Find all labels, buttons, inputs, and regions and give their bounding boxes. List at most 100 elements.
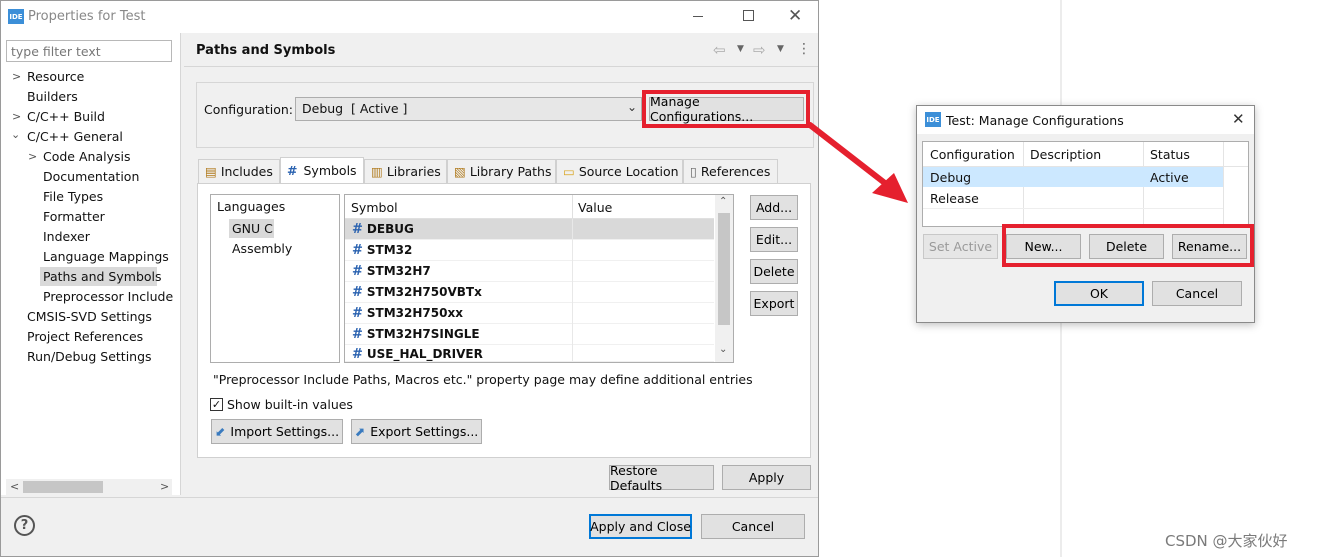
bottom-separator <box>1 497 818 498</box>
row-configuration: Debug <box>930 170 972 185</box>
tab-label: Symbols <box>303 163 357 178</box>
apply-button[interactable]: Apply <box>722 465 811 490</box>
chevron-right-icon[interactable]: > <box>28 150 37 163</box>
scroll-up-icon[interactable]: ⌃ <box>719 196 727 207</box>
help-icon[interactable]: ? <box>14 515 35 536</box>
forward-arrow-icon[interactable]: ⇨ <box>753 41 766 59</box>
apply-and-close-button[interactable]: Apply and Close <box>589 514 692 539</box>
filter-input[interactable]: type filter text <box>6 40 172 62</box>
window-title: Properties for Test <box>28 9 146 24</box>
hash-icon: # <box>352 242 363 258</box>
dialog-title: Test: Manage Configurations <box>946 113 1124 128</box>
chevron-down-icon[interactable]: ⌄ <box>627 100 637 114</box>
configuration-select[interactable]: Debug [ Active ] <box>295 97 642 121</box>
ok-button[interactable]: OK <box>1054 281 1144 306</box>
tree-item-cpp-general[interactable]: C/C++ General <box>27 129 123 144</box>
tree-item-file-types[interactable]: File Types <box>43 189 103 204</box>
symbol-value <box>572 219 714 240</box>
annotation-arrow <box>807 122 908 203</box>
symbol-name: USE_HAL_DRIVER <box>366 347 483 361</box>
language-item-gnu-c[interactable]: GNU C <box>232 221 273 236</box>
ide-app-icon: IDE <box>925 112 941 127</box>
value-column-header[interactable]: Value <box>578 200 612 215</box>
minimize-icon[interactable] <box>693 16 703 17</box>
tree-item-run-debug[interactable]: Run/Debug Settings <box>27 349 152 364</box>
symbol-value <box>572 303 714 324</box>
hash-icon: # <box>352 284 363 300</box>
tree-item-documentation[interactable]: Documentation <box>43 169 139 184</box>
import-icon: ⬋ <box>214 424 226 439</box>
description-column-header[interactable]: Description <box>1030 147 1101 162</box>
close-icon[interactable]: ✕ <box>788 6 802 26</box>
tab-source-location[interactable]: ▭ Source Location <box>556 159 683 183</box>
chevron-down-icon[interactable]: ⌄ <box>11 128 20 141</box>
export-settings-button[interactable]: ⬈ Export Settings... <box>351 419 482 444</box>
tree-item-preprocessor-include[interactable]: Preprocessor Include <box>43 289 173 304</box>
tab-includes[interactable]: ▤ Includes <box>198 159 280 183</box>
table-row[interactable]: # STM32 <box>345 240 714 261</box>
set-active-button[interactable]: Set Active <box>923 234 998 259</box>
import-settings-button[interactable]: ⬋ Import Settings... <box>211 419 343 444</box>
scroll-left-icon[interactable]: < <box>10 480 19 493</box>
table-row[interactable]: # STM32H750xx <box>345 303 714 324</box>
maximize-icon[interactable] <box>743 10 754 21</box>
tree-item-builders[interactable]: Builders <box>27 89 78 104</box>
folder-icon: ▭ <box>563 164 575 179</box>
tab-libraries[interactable]: ▥ Libraries <box>364 159 447 183</box>
table-row[interactable]: # STM32H7SINGLE <box>345 324 714 345</box>
dropdown-icon[interactable]: ▼ <box>777 44 784 54</box>
tab-symbols[interactable]: # Symbols <box>280 157 364 183</box>
export-button[interactable]: Export <box>750 291 798 316</box>
view-menu-icon[interactable]: ⋮ <box>797 41 811 57</box>
symbol-value <box>572 261 714 282</box>
scroll-thumb[interactable] <box>23 481 103 493</box>
annotation-box <box>1002 224 1254 267</box>
library-icon: ▥ <box>371 164 383 179</box>
tab-library-paths[interactable]: ▧ Library Paths <box>447 159 556 183</box>
tab-label: Source Location <box>578 164 679 179</box>
configuration-column-header[interactable]: Configuration <box>930 147 1015 162</box>
tree-item-formatter[interactable]: Formatter <box>43 209 105 224</box>
show-builtin-checkbox[interactable]: ✓ <box>210 398 223 411</box>
tree-item-project-references[interactable]: Project References <box>27 329 143 344</box>
tree-item-cpp-build[interactable]: C/C++ Build <box>27 109 105 124</box>
symbol-value <box>572 282 714 303</box>
status-column-header[interactable]: Status <box>1150 147 1190 162</box>
hash-icon: # <box>352 221 363 237</box>
table-row[interactable]: # STM32H750VBTx <box>345 282 714 303</box>
row-configuration[interactable]: Release <box>930 191 979 206</box>
tree-item-cmsis-svd[interactable]: CMSIS-SVD Settings <box>27 309 152 324</box>
table-row[interactable]: # USE_HAL_DRIVER <box>345 345 714 362</box>
tree-item-code-analysis[interactable]: Code Analysis <box>43 149 130 164</box>
tree-item-paths-and-symbols[interactable]: Paths and Symbols <box>43 269 162 284</box>
cancel-button[interactable]: Cancel <box>701 514 805 539</box>
table-row[interactable]: # STM32H7 <box>345 261 714 282</box>
close-icon[interactable]: ✕ <box>1232 110 1245 128</box>
chevron-right-icon[interactable]: > <box>12 70 21 83</box>
chevron-right-icon[interactable]: > <box>12 110 21 123</box>
symbol-name: STM32H750VBTx <box>366 285 482 299</box>
configuration-label: Configuration: <box>204 102 293 117</box>
restore-defaults-button[interactable]: Restore Defaults <box>609 463 714 493</box>
scroll-down-icon[interactable]: ⌄ <box>719 344 727 355</box>
edit-button[interactable]: Edit... <box>750 227 798 252</box>
symbol-column-header[interactable]: Symbol <box>351 200 398 215</box>
show-builtin-label[interactable]: Show built-in values <box>227 397 353 412</box>
scroll-thumb[interactable] <box>718 213 730 325</box>
language-item-assembly[interactable]: Assembly <box>232 241 292 256</box>
add-button[interactable]: Add... <box>750 195 798 220</box>
table-row[interactable]: # DEBUG <box>345 219 714 240</box>
tree-item-resource[interactable]: Resource <box>27 69 84 84</box>
delete-button[interactable]: Delete <box>750 259 798 284</box>
tab-label: References <box>700 164 771 179</box>
tree-item-language-mappings[interactable]: Language Mappings <box>43 249 169 264</box>
includes-icon: ▤ <box>205 164 217 179</box>
scroll-right-icon[interactable]: > <box>160 480 169 493</box>
tab-references[interactable]: ▯ References <box>683 159 778 183</box>
dropdown-icon[interactable]: ▼ <box>737 44 744 54</box>
row-status: Active <box>1150 170 1189 185</box>
annotation-box <box>642 90 810 128</box>
cancel-dialog-button[interactable]: Cancel <box>1152 281 1242 306</box>
tree-item-indexer[interactable]: Indexer <box>43 229 90 244</box>
back-arrow-icon[interactable]: ⇦ <box>713 41 726 59</box>
